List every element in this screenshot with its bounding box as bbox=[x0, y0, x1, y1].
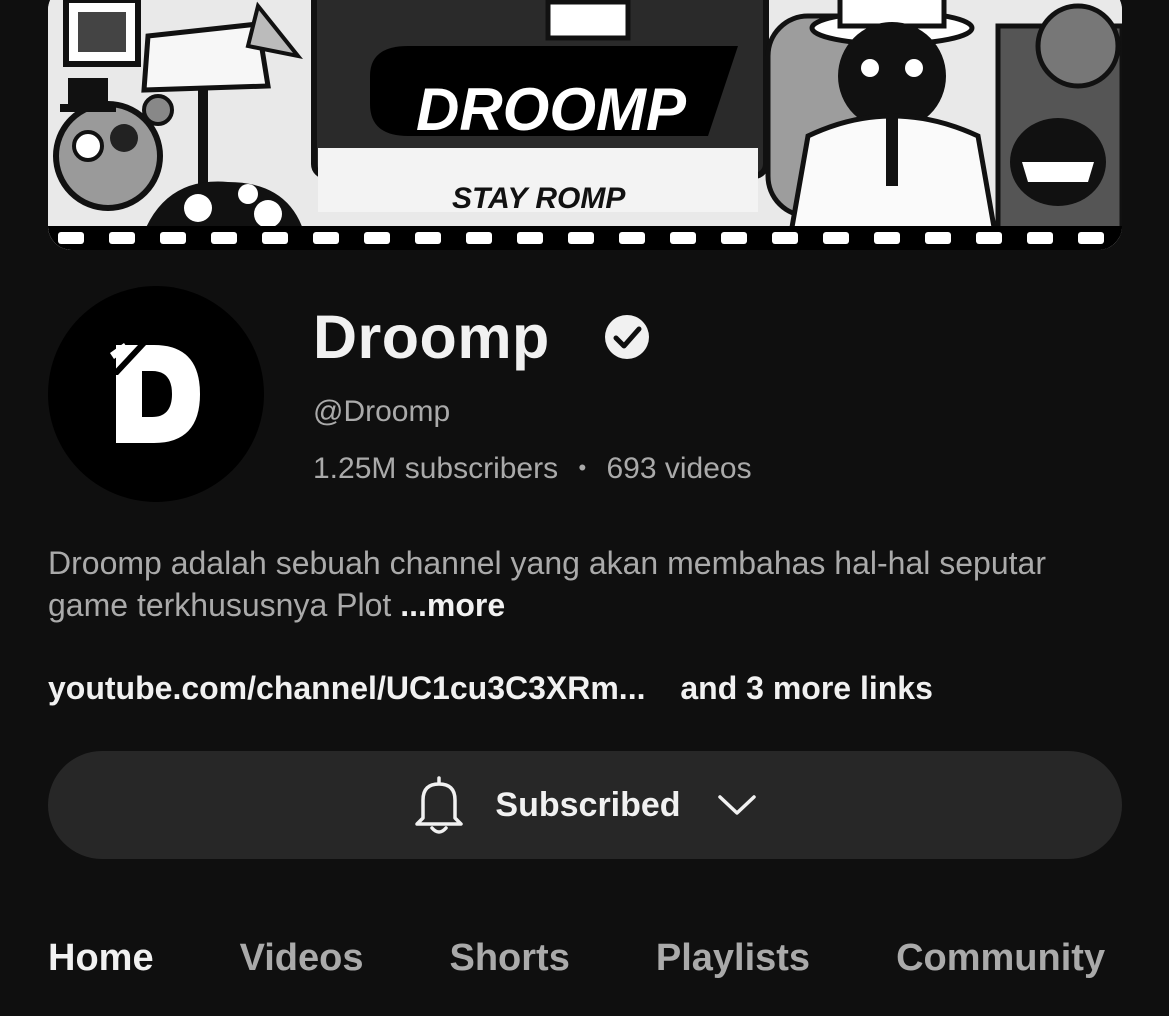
film-strip-hole bbox=[211, 232, 237, 244]
more-links-link[interactable]: and 3 more links bbox=[680, 670, 933, 706]
film-strip-hole bbox=[874, 232, 900, 244]
channel-link[interactable]: youtube.com/channel/UC1cu3C3XRm... bbox=[48, 670, 645, 706]
film-strip-hole bbox=[466, 232, 492, 244]
banner-tagline: STAY ROMP bbox=[452, 182, 626, 215]
film-strip-hole bbox=[1027, 232, 1053, 244]
channel-links: youtube.com/channel/UC1cu3C3XRm... and 3… bbox=[48, 666, 933, 710]
film-strip-hole bbox=[109, 232, 135, 244]
film-strip-hole bbox=[823, 232, 849, 244]
channel-stats: 1.25M subscribers • 693 videos bbox=[313, 449, 752, 491]
tab-playlists[interactable]: Playlists bbox=[656, 937, 810, 980]
subscribed-button[interactable]: Subscribed bbox=[48, 751, 1122, 859]
tab-shorts[interactable]: Shorts bbox=[450, 937, 570, 980]
film-strip-hole bbox=[58, 232, 84, 244]
film-strip-hole bbox=[568, 232, 594, 244]
film-strip-hole bbox=[517, 232, 543, 244]
chevron-down-icon bbox=[717, 795, 756, 815]
stats-separator: • bbox=[578, 455, 587, 480]
channel-page: DROOMP STAY ROMP Droomp @Droomp 1.25M su… bbox=[0, 0, 1169, 1016]
tab-community[interactable]: Community bbox=[896, 937, 1105, 980]
film-strip-hole bbox=[670, 232, 696, 244]
film-strip-hole bbox=[619, 232, 645, 244]
film-strip-hole bbox=[313, 232, 339, 244]
film-strip-hole bbox=[415, 232, 441, 244]
subscribed-label: Subscribed bbox=[495, 785, 681, 824]
film-strip-hole bbox=[772, 232, 798, 244]
banner-logo-text: DROOMP bbox=[416, 76, 687, 143]
description-text: Droomp adalah sebuah channel yang akan m… bbox=[48, 545, 1046, 623]
description-more-link[interactable]: ...more bbox=[400, 587, 505, 623]
tab-videos[interactable]: Videos bbox=[240, 937, 364, 980]
film-strip-hole bbox=[160, 232, 186, 244]
banner-artwork: DROOMP STAY ROMP bbox=[48, 0, 1122, 250]
film-strip-hole bbox=[262, 232, 288, 244]
bell-icon bbox=[415, 776, 464, 834]
tab-home[interactable]: Home bbox=[48, 937, 154, 980]
video-count: 693 videos bbox=[606, 452, 752, 485]
channel-tabs: Home Videos Shorts Playlists Community bbox=[48, 928, 1169, 988]
verified-badge-icon bbox=[605, 315, 649, 359]
channel-banner[interactable]: DROOMP STAY ROMP bbox=[48, 0, 1122, 250]
channel-name: Droomp bbox=[313, 303, 550, 371]
film-strip-hole bbox=[721, 232, 747, 244]
film-strip-hole bbox=[1078, 232, 1104, 244]
subscriber-count: 1.25M subscribers bbox=[313, 452, 559, 485]
channel-description[interactable]: Droomp adalah sebuah channel yang akan m… bbox=[48, 542, 1128, 626]
film-strip-hole bbox=[925, 232, 951, 244]
droomp-logo-icon bbox=[110, 343, 200, 443]
film-strip-hole bbox=[976, 232, 1002, 244]
channel-handle: @Droomp bbox=[313, 395, 451, 428]
channel-avatar[interactable] bbox=[48, 286, 264, 502]
film-strip-hole bbox=[364, 232, 390, 244]
